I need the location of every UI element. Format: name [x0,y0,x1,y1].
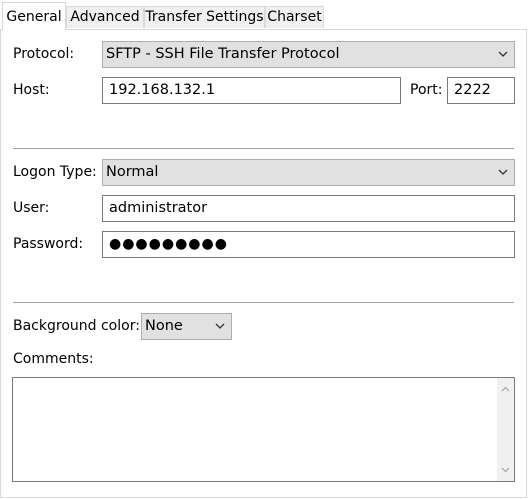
background-color-select[interactable]: None [141,313,232,340]
logon-type-label: Logon Type: [13,164,97,180]
site-settings-panel: General Advanced Transfer Settings Chars… [0,0,528,499]
tab-advanced[interactable]: Advanced [66,6,144,28]
port-input[interactable]: 2222 [447,77,515,104]
chevron-down-icon [498,169,508,175]
host-label: Host: [13,82,50,98]
chevron-down-icon [215,323,225,329]
chevron-down-icon [498,51,508,57]
host-input[interactable]: 192.168.132.1 [102,77,401,104]
password-label: Password: [13,236,84,252]
tab-bar: General Advanced Transfer Settings Chars… [0,0,528,30]
separator [13,148,514,149]
protocol-select[interactable]: SFTP - SSH File Transfer Protocol [102,41,515,68]
comments-textarea[interactable] [12,377,515,482]
comments-scrollbar[interactable] [497,378,514,481]
tab-general[interactable]: General [2,2,66,30]
port-label: Port: [410,82,443,98]
password-input[interactable]: ●●●●●●●●● [102,231,515,258]
comments-label: Comments: [13,351,94,367]
logon-type-select[interactable]: Normal [102,159,515,186]
chevron-down-icon[interactable] [501,467,510,473]
chevron-up-icon[interactable] [501,386,510,392]
protocol-label: Protocol: [13,46,75,62]
protocol-select-value: SFTP - SSH File Transfer Protocol [106,46,340,62]
separator [13,302,514,303]
logon-type-select-value: Normal [106,164,159,180]
user-label: User: [13,200,50,216]
user-input[interactable]: administrator [102,195,515,222]
tab-charset[interactable]: Charset [265,6,324,28]
tab-transfer-settings[interactable]: Transfer Settings [144,6,265,28]
background-color-select-value: None [145,318,183,334]
background-color-label: Background color: [13,318,140,334]
